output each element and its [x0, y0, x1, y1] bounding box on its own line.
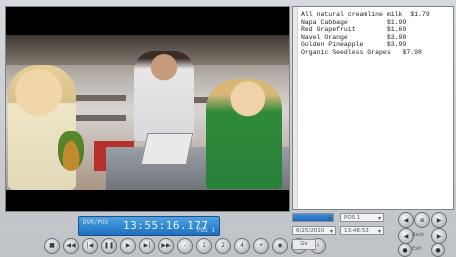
pause-icon[interactable]: ❚❚	[101, 238, 117, 254]
speed-2-icon[interactable]: 2	[215, 238, 231, 254]
cash-register	[140, 133, 194, 165]
speed-down-icon[interactable]: -	[177, 238, 193, 254]
channel-select[interactable]	[292, 213, 334, 223]
snapshot-icon[interactable]: ◉	[272, 238, 288, 254]
timestamp-label: DVR/POS	[83, 219, 109, 226]
date-select[interactable]: 6/25/2010	[292, 226, 336, 236]
zoom-icon[interactable]: ⊕	[414, 212, 430, 228]
customer-woman	[8, 65, 76, 190]
fwd-round-icon[interactable]: ▶	[431, 228, 447, 244]
stop-icon[interactable]: ■	[44, 238, 60, 254]
next-frame-icon[interactable]: ▶|	[139, 238, 155, 254]
transport-controls: ■◀◀|◀❚❚▶▶|▶▶-124+◉⚙⇩	[44, 238, 326, 254]
pos-receipt-panel[interactable]: All natural creamline milk $1.79 Napa Cab…	[292, 6, 454, 210]
exit-label: Exit	[412, 246, 422, 252]
play-icon[interactable]: ▶	[120, 238, 136, 254]
receipt-line: Navel Orange $3.98	[301, 33, 407, 41]
rewind-icon[interactable]: ◀◀	[63, 238, 79, 254]
fast-forward-icon[interactable]: ▶▶	[158, 238, 174, 254]
customer-man	[134, 51, 194, 141]
close-round-icon[interactable]: ●	[431, 243, 445, 257]
video-panel[interactable]	[5, 6, 290, 212]
receipt-line: Organic Seedless Grapes $7.98	[301, 48, 422, 56]
timestamp-display: DVR/POS 13:55:16.177 POS 1	[78, 216, 220, 236]
receipt-list: All natural creamline milk $1.79 Napa Cab…	[293, 7, 453, 56]
receipt-line: Napa Cabbage $1.99	[301, 18, 407, 26]
back-label: Back	[412, 232, 425, 238]
exit-round-icon[interactable]: ●	[398, 243, 412, 257]
time-select[interactable]: 13:48:53	[340, 226, 384, 236]
speed-4-icon[interactable]: 4	[234, 238, 250, 254]
pineapple	[58, 131, 84, 171]
speed-up-icon[interactable]: +	[253, 238, 269, 254]
receipt-scrollbar[interactable]	[293, 7, 298, 209]
receipt-line: All natural creamline milk $1.79	[301, 11, 430, 18]
prev-frame-icon[interactable]: |◀	[82, 238, 98, 254]
pos-label: POS 1	[196, 227, 215, 234]
app-window: DVR/POS 13:55:16.177 POS 1 ■ ◀◀ |◀ ❚❚ ▶ ▶| ▶▶ -…	[0, 0, 456, 257]
receipt-line: Red Grapefruit $1.69	[301, 26, 407, 33]
speed-1-icon[interactable]: 1	[196, 238, 212, 254]
pos-select[interactable]: POS 1	[340, 213, 384, 223]
cashier	[206, 79, 282, 189]
forward-round-icon[interactable]: ▶	[431, 212, 447, 228]
timestamp-value: 13:55:16.177	[123, 219, 209, 232]
video-frame	[6, 35, 289, 190]
go-button[interactable]: Go	[292, 239, 316, 250]
receipt-line: Golden Pineapple $3.99	[301, 41, 407, 48]
rewind-round-icon[interactable]: ◀	[398, 212, 414, 228]
